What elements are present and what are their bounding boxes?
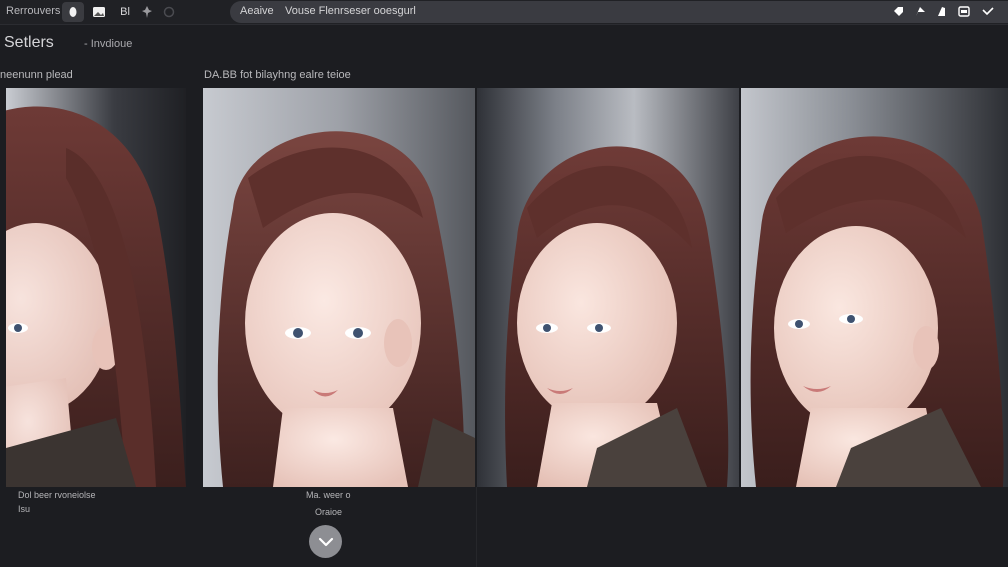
search-input[interactable]: Vouse Flenrseser ooesgurl: [285, 5, 416, 17]
tag-icon: [893, 6, 903, 16]
history-icon: [163, 6, 175, 18]
pin-icon: [142, 6, 152, 18]
page-title: Setlers: [4, 34, 54, 51]
record-icon: [69, 7, 77, 17]
record-button[interactable]: [62, 2, 84, 22]
panel-2-caption: Ma. weer o: [306, 490, 351, 500]
panel-1-label: neenunn plead: [0, 69, 73, 81]
column-separator: [476, 487, 477, 567]
page-subtitle[interactable]: - Invdioue: [84, 38, 132, 50]
chevron-down-icon: [318, 537, 333, 546]
tool-label: Bl: [120, 6, 130, 18]
result-image-3[interactable]: [477, 88, 739, 487]
panel-2-label: DA.BB fot bilayhng ealre teioe: [204, 69, 351, 81]
result-image-4[interactable]: [741, 88, 1008, 487]
search-label: Aeaive: [240, 5, 274, 17]
back-button[interactable]: [979, 3, 997, 19]
result-image-1[interactable]: [6, 88, 186, 487]
confirm-button[interactable]: [309, 525, 342, 558]
edit-icon: [937, 6, 945, 16]
panel-1-caption: Dol beer rvoneiolse: [18, 490, 96, 500]
image-icon: [93, 7, 105, 17]
edit-button[interactable]: [932, 3, 950, 19]
share-button[interactable]: [911, 3, 929, 19]
app-name: Rerrouvers: [6, 5, 61, 17]
panel-2-subcaption: Oraioe: [315, 507, 343, 517]
share-icon: [915, 6, 925, 16]
image-button[interactable]: [88, 2, 110, 22]
result-image-2[interactable]: [203, 88, 475, 487]
history-button[interactable]: [160, 2, 178, 22]
top-toolbar: Rerrouvers Bl Aeaive Vouse Flenrseser oo…: [0, 0, 1008, 24]
back-icon: [982, 6, 994, 15]
pin-button[interactable]: [138, 2, 156, 22]
window-icon: [958, 5, 970, 17]
toolbar-divider: [0, 24, 1008, 25]
panel-1-subcaption: Isu: [18, 504, 31, 514]
tag-button[interactable]: [889, 3, 907, 19]
tool-button[interactable]: Bl: [114, 2, 136, 22]
window-button[interactable]: [955, 3, 973, 19]
